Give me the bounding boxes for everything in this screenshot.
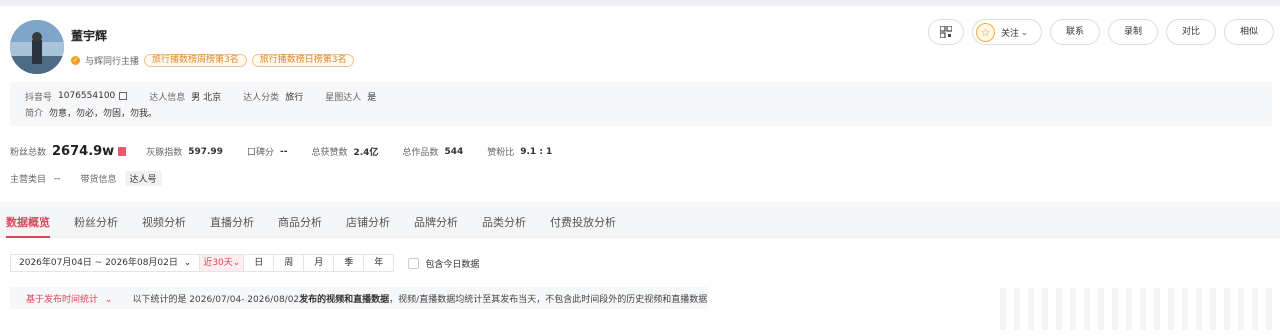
action-bar: ☆ 关注 ⌄ 联系 录制 对比 相似 xyxy=(928,19,1274,45)
profile-card: 董宇辉 ✓ 与辉同行主播 旅行播数榜周榜第3名 旅行播数榜日榜第3名 ☆ 关注 … xyxy=(0,6,1280,202)
include-today-label: 包含今日数据 xyxy=(425,259,480,270)
compare-button[interactable]: 对比 xyxy=(1166,19,1216,45)
tab-fans[interactable]: 粉丝分析 xyxy=(74,208,118,238)
date-range-picker[interactable]: 2026年07月04日 ~ 2026年08月02日 ⌄ xyxy=(10,254,201,272)
segment-quarter[interactable]: 季 xyxy=(334,254,365,272)
info-box: 抖音号 1076554100 达人信息 男 北京 达人分类 旅行 星图达人 是 … xyxy=(10,82,1272,126)
main-category-value: -- xyxy=(54,173,61,184)
similar-button[interactable]: 相似 xyxy=(1224,19,1274,45)
tab-goods[interactable]: 商品分析 xyxy=(278,208,322,238)
ratio-label: 赞粉比 xyxy=(487,148,515,158)
bio-label: 简介 xyxy=(25,108,44,119)
tab-video[interactable]: 视频分析 xyxy=(142,208,186,238)
segment-week[interactable]: 周 xyxy=(274,254,305,272)
segment-year[interactable]: 年 xyxy=(364,254,395,272)
scroll-indicator xyxy=(1000,288,1280,330)
chevron-down-icon: ⌄ xyxy=(183,258,192,268)
goods-info-label: 带货信息 xyxy=(80,175,117,185)
goods-info-value: 达人号 xyxy=(124,171,162,186)
fans-label: 粉丝总数 xyxy=(10,148,47,158)
verify-text: 与辉同行主播 xyxy=(85,57,140,67)
star-talent-label: 星图达人 xyxy=(325,92,362,103)
chevron-down-icon: ⌄ xyxy=(232,258,241,268)
segment-label: 近30天 xyxy=(203,258,233,268)
rank-tag-weekly[interactable]: 旅行播数榜周榜第3名 xyxy=(144,54,247,67)
contact-button[interactable]: 联系 xyxy=(1050,19,1100,45)
douyin-id-value: 1076554100 xyxy=(58,91,116,101)
verify-row: ✓ 与辉同行主播 旅行播数榜周榜第3名 旅行播数榜日榜第3名 xyxy=(71,54,355,67)
tab-category[interactable]: 品类分析 xyxy=(482,208,526,238)
filter-row: 2026年07月04日 ~ 2026年08月02日 ⌄ 近30天⌄ 日 周 月 … xyxy=(10,254,479,272)
ratio-value: 9.1 : 1 xyxy=(520,146,553,157)
verified-icon: ✓ xyxy=(71,56,80,65)
reputation-value: -- xyxy=(279,146,288,157)
segment-month[interactable]: 月 xyxy=(304,254,335,272)
star-talent-value: 是 xyxy=(367,92,377,103)
stat-basis-dropdown[interactable]: 基于发布时间统计 ⌄ xyxy=(26,292,112,305)
bio-row: 简介 勿意，勿必，勿固，勿我。 xyxy=(25,104,1257,120)
stats-row: 粉丝总数 2674.9w 灰豚指数 597.99 口碑分 -- 总获赞数 2.4… xyxy=(10,144,576,159)
chevron-down-icon: ⌄ xyxy=(104,294,113,305)
copy-icon[interactable] xyxy=(119,92,128,100)
follow-button[interactable]: ☆ 关注 ⌄ xyxy=(972,19,1042,45)
talent-info-value: 男 北京 xyxy=(191,92,222,103)
tab-paid-ads[interactable]: 付费投放分析 xyxy=(550,208,616,238)
segment-day[interactable]: 日 xyxy=(244,254,275,272)
avatar[interactable] xyxy=(10,20,64,74)
main-category-label: 主营类目 xyxy=(10,175,47,185)
douyin-id-label: 抖音号 xyxy=(25,92,53,103)
notice-text-suffix: ，视频/直播数据均统计至其发布当天，不包含此时间段外的历史视频和直播数据 xyxy=(389,294,708,305)
notice-text-bold: 发布的视频和直播数据 xyxy=(299,294,390,305)
tab-shop[interactable]: 店铺分析 xyxy=(346,208,390,238)
stats-notice: 基于发布时间统计 ⌄ 以下统计的是 2026/07/04- 2026/08/02… xyxy=(10,287,708,309)
dolphin-index-value: 597.99 xyxy=(188,146,223,157)
talent-name: 董宇辉 xyxy=(71,29,108,43)
analysis-tabs: 数据概览 粉丝分析 视频分析 直播分析 商品分析 店铺分析 品牌分析 品类分析 … xyxy=(0,208,1280,238)
tab-overview[interactable]: 数据概览 xyxy=(6,208,50,238)
category-value: 旅行 xyxy=(285,92,304,103)
category-label: 达人分类 xyxy=(243,92,280,103)
bio-value: 勿意，勿必，勿固，勿我。 xyxy=(49,108,158,119)
tab-live[interactable]: 直播分析 xyxy=(210,208,254,238)
qr-code-button[interactable] xyxy=(928,19,964,45)
rank-tag-daily[interactable]: 旅行播数榜日榜第3名 xyxy=(251,54,355,67)
works-label: 总作品数 xyxy=(402,148,439,158)
likes-label: 总获赞数 xyxy=(311,148,348,158)
reputation-label: 口碑分 xyxy=(246,148,274,158)
fans-trend-icon[interactable] xyxy=(118,147,127,156)
include-today-toggle[interactable]: 包含今日数据 xyxy=(408,257,479,270)
chevron-down-icon: ⌄ xyxy=(1021,27,1028,37)
works-value: 544 xyxy=(444,146,464,157)
dolphin-index-label: 灰豚指数 xyxy=(146,148,183,158)
tab-brand[interactable]: 品牌分析 xyxy=(414,208,458,238)
star-icon: ☆ xyxy=(976,22,995,42)
info-row: 抖音号 1076554100 达人信息 男 北京 达人分类 旅行 星图达人 是 xyxy=(25,88,1257,104)
stat-basis-label: 基于发布时间统计 xyxy=(26,294,99,305)
qr-code-icon xyxy=(940,26,952,38)
talent-info-label: 达人信息 xyxy=(149,92,186,103)
notice-text-prefix: 以下统计的是 2026/07/04- 2026/08/02 xyxy=(132,294,300,305)
date-range-text: 2026年07月04日 ~ 2026年08月02日 xyxy=(19,258,178,268)
record-button[interactable]: 录制 xyxy=(1108,19,1158,45)
follow-label: 关注 xyxy=(1001,28,1020,39)
tags-row: 主营类目 -- 带货信息 达人号 xyxy=(10,171,162,186)
include-today-checkbox[interactable] xyxy=(408,257,420,269)
segment-last-30-days[interactable]: 近30天⌄ xyxy=(200,254,245,272)
likes-value: 2.4亿 xyxy=(353,148,379,158)
fans-value: 2674.9w xyxy=(52,144,115,159)
